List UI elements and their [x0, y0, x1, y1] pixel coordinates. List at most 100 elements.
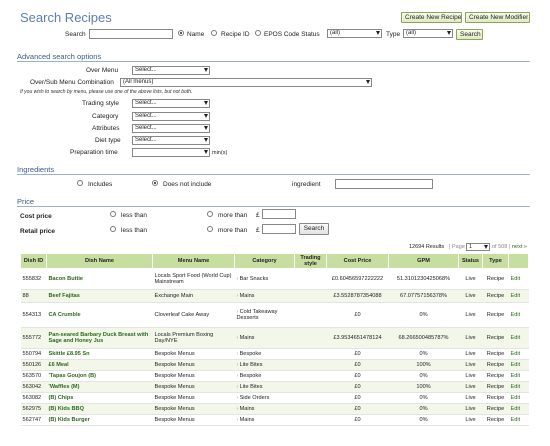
combo-select[interactable]: (All menus) — [120, 78, 372, 87]
over-menu-select[interactable]: Select... — [132, 66, 210, 75]
edit-link[interactable]: Edit — [508, 359, 529, 371]
category-select[interactable]: Select... — [132, 112, 210, 121]
menu-name-cell-text: Bespoke Menus — [154, 361, 195, 368]
next-page-link[interactable]: next » — [512, 244, 527, 250]
type-cell-text: Recipe — [486, 372, 505, 379]
edit-link[interactable]: Edit — [508, 370, 529, 382]
col-menu-name[interactable]: Menu Name — [152, 253, 235, 269]
edit-link[interactable]: Edit — [508, 348, 529, 360]
gpm-cell-text: 100% — [416, 361, 431, 368]
type-cell: Recipe — [482, 403, 509, 415]
retail-less-than-radio[interactable] — [110, 226, 116, 232]
dish-name-link[interactable]: (B) Chips — [46, 392, 153, 404]
category-cell-text: Bespoke — [239, 372, 262, 379]
table-row[interactable]: 562975 (B) Kids BBQ Bespoke Menus › Mains £0… — [20, 403, 529, 415]
dish-id-cell-text: 563042 — [22, 383, 42, 390]
recipe-id-radio[interactable] — [211, 30, 217, 36]
col-cost-price[interactable]: Cost Price — [326, 253, 389, 269]
not-include-radio[interactable] — [152, 180, 158, 186]
table-row[interactable]: 562747 (B) Kids Burger Bespoke Menus › Main… — [20, 414, 529, 426]
dish-name-link-text: Beef Fajitas — [48, 292, 80, 299]
dish-id-cell: 555832 — [20, 268, 47, 290]
dish-name-link[interactable]: CA Crumble — [46, 302, 153, 328]
cost-less-than-radio[interactable] — [110, 211, 116, 217]
attributes-select[interactable]: Select... — [132, 124, 210, 133]
table-row[interactable]: 563082 (B) Chips Bespoke Menus › Side Order… — [20, 392, 529, 404]
dish-name-link[interactable]: Beef Fajitas — [46, 289, 153, 303]
diet-type-select[interactable]: Select... — [132, 136, 210, 145]
dish-name-link-text: 'Tapas Goujon (B) — [48, 372, 97, 379]
table-row[interactable]: 88 Beef Fajitas Exchange Main › Mains £3.552… — [20, 289, 529, 303]
dish-name-link-text: Pan-seared Barbary Duck Breast with Sage… — [48, 331, 149, 344]
dish-name-link[interactable]: 'Tapas Goujon (B) — [46, 370, 153, 382]
table-row[interactable]: 563570 'Tapas Goujon (B) Bespoke Menus › Be… — [20, 370, 529, 382]
edit-link-text: Edit — [510, 334, 521, 341]
menu-name-cell: Bespoke Menus — [152, 348, 235, 360]
retail-more-than-radio[interactable] — [207, 226, 213, 232]
dish-name-link[interactable]: Bacon Buttie — [46, 268, 153, 290]
edit-link[interactable]: Edit — [508, 268, 529, 290]
col-type[interactable]: Type — [482, 253, 509, 269]
table-row[interactable]: 550794 Skittle £8.95 Sn Bespoke Menus › Bes… — [20, 348, 529, 360]
gpm-cell-text: 51.3101230425068% — [396, 275, 451, 282]
table-row[interactable]: 554313 CA Crumble Cloverleaf Cake Away › Co… — [20, 302, 529, 328]
dish-name-link[interactable]: 'Waffles (M) — [46, 381, 153, 393]
table-row[interactable]: 555832 Bacon Buttie Locals Sport Food (Wor… — [20, 268, 529, 290]
dish-name-link[interactable]: Pan-seared Barbary Duck Breast with Sage… — [46, 327, 153, 349]
name-radio[interactable] — [178, 30, 184, 36]
ingredient-input[interactable] — [335, 179, 433, 189]
col-status[interactable]: Status — [458, 253, 483, 269]
chevron-down-icon — [366, 80, 370, 84]
table-row[interactable]: 563042 'Waffles (M) Bespoke Menus › Lite Bi… — [20, 381, 529, 393]
edit-link[interactable]: Edit — [508, 392, 529, 404]
dish-name-link[interactable]: (B) Kids Burger — [46, 414, 153, 426]
epos-radio[interactable] — [255, 30, 261, 36]
type-cell-text: Recipe — [486, 275, 505, 282]
edit-link[interactable]: Edit — [508, 302, 529, 328]
edit-link[interactable]: Edit — [508, 289, 529, 303]
edit-link[interactable]: Edit — [508, 327, 529, 349]
create-recipe-button[interactable]: Create New Recipe — [401, 12, 462, 23]
dish-name-link[interactable]: Skittle £8.95 Sn — [46, 348, 153, 360]
epos-status-select[interactable]: (all) — [327, 29, 382, 38]
cost-price-input[interactable] — [262, 209, 296, 219]
page-label: Page — [452, 244, 465, 250]
dish-name-link[interactable]: (B) Kids BBQ — [46, 403, 153, 415]
chevron-down-icon — [204, 138, 208, 142]
prep-time-select[interactable] — [132, 148, 210, 157]
edit-link[interactable]: Edit — [508, 414, 529, 426]
status-cell-text: Live — [465, 275, 476, 282]
dish-id-cell-text: 550794 — [22, 350, 42, 357]
cost-price-label: Cost price — [20, 213, 52, 220]
table-row[interactable]: 550126 £6 Meal Bespoke Menus › Lite Bites £0… — [20, 359, 529, 371]
col-dish-id[interactable]: Dish ID — [20, 253, 47, 269]
col-dish-name[interactable]: Dish Name — [46, 253, 153, 269]
cost-price-cell-text: £0 — [354, 405, 361, 412]
search-button[interactable]: Search — [456, 29, 483, 40]
create-modifier-button[interactable]: Create New Modifier — [465, 12, 530, 23]
trading-style-select[interactable]: Select... — [132, 99, 210, 108]
menu-name-cell-text: Locals Sport Food (World Cup) Mainstream — [154, 272, 232, 285]
col-category[interactable]: Category — [234, 253, 295, 269]
ingredient-label: ingredient — [292, 181, 321, 188]
retail-price-input[interactable] — [262, 224, 296, 234]
cost-price-cell: £0 — [326, 403, 389, 415]
edit-link-text: Edit — [510, 405, 521, 412]
search-input[interactable] — [89, 29, 173, 39]
cost-price-cell: £0 — [326, 370, 389, 382]
dish-name-link[interactable]: £6 Meal — [46, 359, 153, 371]
menu-name-cell: Bespoke Menus — [152, 381, 235, 393]
cost-more-than-radio[interactable] — [207, 211, 213, 217]
page-select[interactable]: 1 — [466, 243, 490, 251]
table-row[interactable]: 555772 Pan-seared Barbary Duck Breast wit… — [20, 327, 529, 349]
col-gpm[interactable]: GPM — [388, 253, 459, 269]
price-search-button[interactable]: Search — [299, 223, 329, 235]
dish-name-link-text: Skittle £8.95 Sn — [48, 350, 90, 357]
gpm-cell-text: 0% — [419, 311, 428, 318]
edit-link[interactable]: Edit — [508, 381, 529, 393]
includes-radio[interactable] — [77, 180, 83, 186]
edit-link[interactable]: Edit — [508, 403, 529, 415]
cost-price-cell-text: £0 — [354, 383, 361, 390]
type-select[interactable]: (all) — [403, 29, 453, 38]
col-trading-style[interactable]: Trading style — [294, 253, 327, 269]
